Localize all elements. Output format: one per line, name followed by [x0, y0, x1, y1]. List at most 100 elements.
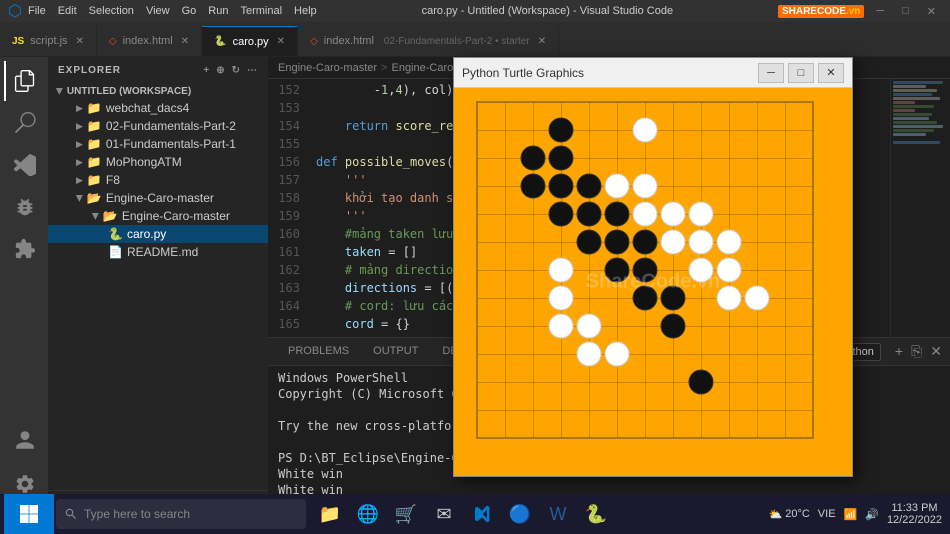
tab-close-index-html-2[interactable]: ✕ — [538, 36, 546, 47]
tab-index-html-1[interactable]: ◇ index.html ✕ — [97, 26, 202, 56]
taskbar-time-display: 11:33 PM 12/22/2022 — [887, 502, 942, 526]
tab-caro-py[interactable]: 🐍 caro.py ✕ — [202, 26, 298, 56]
arrow-mophong: ▶ — [76, 157, 83, 168]
js-icon: JS — [12, 36, 24, 47]
tab-close-script-js[interactable]: ✕ — [76, 36, 84, 47]
search-placeholder: Type here to search — [84, 507, 190, 521]
taskbar-app-vscode[interactable] — [464, 496, 500, 532]
breadcrumb-sep-1: > — [381, 62, 387, 74]
title-bar-right: SHARECODE.vn ─ □ ✕ — [778, 5, 942, 18]
tab-problems[interactable]: PROBLEMS — [276, 341, 361, 363]
folder-icon-open-sub: 📂 — [103, 209, 118, 223]
activity-git[interactable] — [4, 145, 44, 185]
sidebar-item-mophong[interactable]: ▶ 📁 MoPhongATM — [48, 153, 268, 171]
turtle-close[interactable]: ✕ — [818, 63, 844, 83]
folder-icon-open: 📂 — [87, 191, 102, 205]
arrow-engine-sub: ▶ — [90, 213, 101, 220]
new-folder-icon[interactable]: ⊕ — [216, 65, 225, 76]
line-numbers: 152 153 154 155 156 157 158 159 160 161 … — [268, 79, 308, 337]
terminal-icons: + ⎘ ✕ — [895, 343, 942, 360]
activity-search[interactable] — [4, 103, 44, 143]
close-button[interactable]: ✕ — [921, 5, 942, 18]
taskbar-app-explorer[interactable]: 📁 — [312, 496, 348, 532]
activity-account[interactable] — [4, 420, 44, 460]
md-file-icon: 📄 — [108, 245, 123, 259]
start-button[interactable] — [4, 494, 54, 534]
workspace-root[interactable]: ▶ UNTITLED (WORKSPACE) — [48, 84, 268, 99]
sidebar-item-02fund[interactable]: ▶ 📁 02-Fundamentals-Part-2 — [48, 117, 268, 135]
tab-close-caro-py[interactable]: ✕ — [277, 36, 285, 47]
sidebar-item-01fund[interactable]: ▶ 📁 01-Fundamentals-Part-1 — [48, 135, 268, 153]
arrow-webchat: ▶ — [76, 103, 83, 114]
taskbar-app-edge[interactable]: 🌐 — [350, 496, 386, 532]
menu-help[interactable]: Help — [294, 5, 317, 17]
menu-run[interactable]: Run — [208, 5, 228, 17]
folder-icon: 📁 — [87, 173, 102, 187]
sidebar-item-readme[interactable]: 📄 README.md — [48, 243, 268, 261]
arrow-engine: ▶ — [74, 195, 85, 202]
menu-go[interactable]: Go — [182, 5, 197, 17]
refresh-icon[interactable]: ↻ — [232, 65, 241, 76]
add-terminal-icon[interactable]: + — [895, 343, 903, 360]
taskbar-app-store[interactable]: 🛒 — [388, 496, 424, 532]
tab-index-html-2[interactable]: ◇ index.html 02-Fundamentals-Part-2 • st… — [298, 26, 559, 56]
menu-edit[interactable]: Edit — [58, 5, 77, 17]
sidebar-header-icons[interactable]: + ⊕ ↻ ⋯ — [203, 65, 258, 76]
activity-extensions[interactable] — [4, 229, 44, 269]
html-icon-2: ◇ — [310, 36, 318, 47]
weather-icon: ⛅ — [769, 508, 783, 521]
menu-file[interactable]: File — [28, 5, 46, 17]
sidebar-item-webchat[interactable]: ▶ 📁 webchat_dacs4 — [48, 99, 268, 117]
breadcrumb-engine: Engine-Caro-master — [278, 62, 377, 74]
sidebar-item-caro-py[interactable]: 🐍 caro.py — [48, 225, 268, 243]
activity-debug[interactable] — [4, 187, 44, 227]
sharecode-logo: SHARECODE.vn — [778, 5, 864, 18]
sidebar-item-engine-sub[interactable]: ▶ 📂 Engine-Caro-master — [48, 207, 268, 225]
tab-output[interactable]: OUTPUT — [361, 341, 430, 363]
taskbar-app-mail[interactable]: ✉ — [426, 496, 462, 532]
arrow-workspace: ▶ — [54, 88, 65, 95]
menu-terminal[interactable]: Terminal — [240, 5, 282, 17]
arrow-01fund: ▶ — [76, 139, 83, 150]
collapse-icon[interactable]: ⋯ — [247, 65, 258, 76]
maximize-button[interactable]: □ — [896, 5, 915, 17]
taskbar-right: ⛅ 20°C VIE 📶 🔊 11:33 PM 12/22/2022 — [769, 502, 946, 526]
tab-script-js[interactable]: JS script.js ✕ — [0, 26, 97, 56]
taskbar-app-word[interactable]: W — [540, 496, 576, 532]
clock-time: 11:33 PM — [887, 502, 942, 514]
close-terminal-icon[interactable]: ✕ — [930, 343, 942, 360]
taskbar-app-chrome[interactable]: 🔵 — [502, 496, 538, 532]
folder-icon: 📁 — [87, 155, 102, 169]
sidebar-item-f8[interactable]: ▶ 📁 F8 — [48, 171, 268, 189]
turtle-minimize[interactable]: ─ — [758, 63, 784, 83]
menu-bar[interactable]: File Edit Selection View Go Run Terminal… — [28, 5, 317, 17]
turtle-window: Python Turtle Graphics ─ □ ✕ ShareCode.v… — [453, 57, 853, 477]
weather-display: ⛅ 20°C — [769, 508, 810, 521]
sidebar-item-engine-master[interactable]: ▶ 📂 Engine-Caro-master — [48, 189, 268, 207]
language-indicator[interactable]: VIE — [818, 508, 836, 520]
folder-icon: 📁 — [87, 137, 102, 151]
new-file-icon[interactable]: + — [203, 65, 210, 76]
minimize-button[interactable]: ─ — [870, 5, 890, 17]
go-board-svg — [454, 88, 852, 476]
sidebar-header: EXPLORER + ⊕ ↻ ⋯ — [48, 57, 268, 84]
activity-explorer[interactable] — [4, 61, 44, 101]
taskbar-search[interactable]: Type here to search — [56, 499, 306, 529]
minimap — [890, 79, 950, 337]
turtle-titlebar: Python Turtle Graphics ─ □ ✕ — [454, 58, 852, 88]
turtle-controls: ─ □ ✕ — [758, 63, 844, 83]
split-terminal-icon[interactable]: ⎘ — [911, 343, 922, 360]
taskbar: Type here to search 📁 🌐 🛒 ✉ 🔵 W 🐍 ⛅ 20°C… — [0, 494, 950, 534]
folder-icon: 📁 — [87, 101, 102, 115]
tab-close-index-html-1[interactable]: ✕ — [181, 36, 189, 47]
menu-view[interactable]: View — [146, 5, 170, 17]
menu-selection[interactable]: Selection — [89, 5, 134, 17]
arrow-f8: ▶ — [76, 175, 83, 186]
py-icon: 🐍 — [214, 36, 226, 47]
title-bar: ⬡ File Edit Selection View Go Run Termin… — [0, 0, 950, 22]
window-title: caro.py - Untitled (Workspace) - Visual … — [317, 5, 778, 17]
activity-bar — [0, 57, 48, 512]
turtle-maximize[interactable]: □ — [788, 63, 814, 83]
volume-icon[interactable]: 🔊 — [865, 508, 879, 521]
taskbar-app-python[interactable]: 🐍 — [578, 496, 614, 532]
